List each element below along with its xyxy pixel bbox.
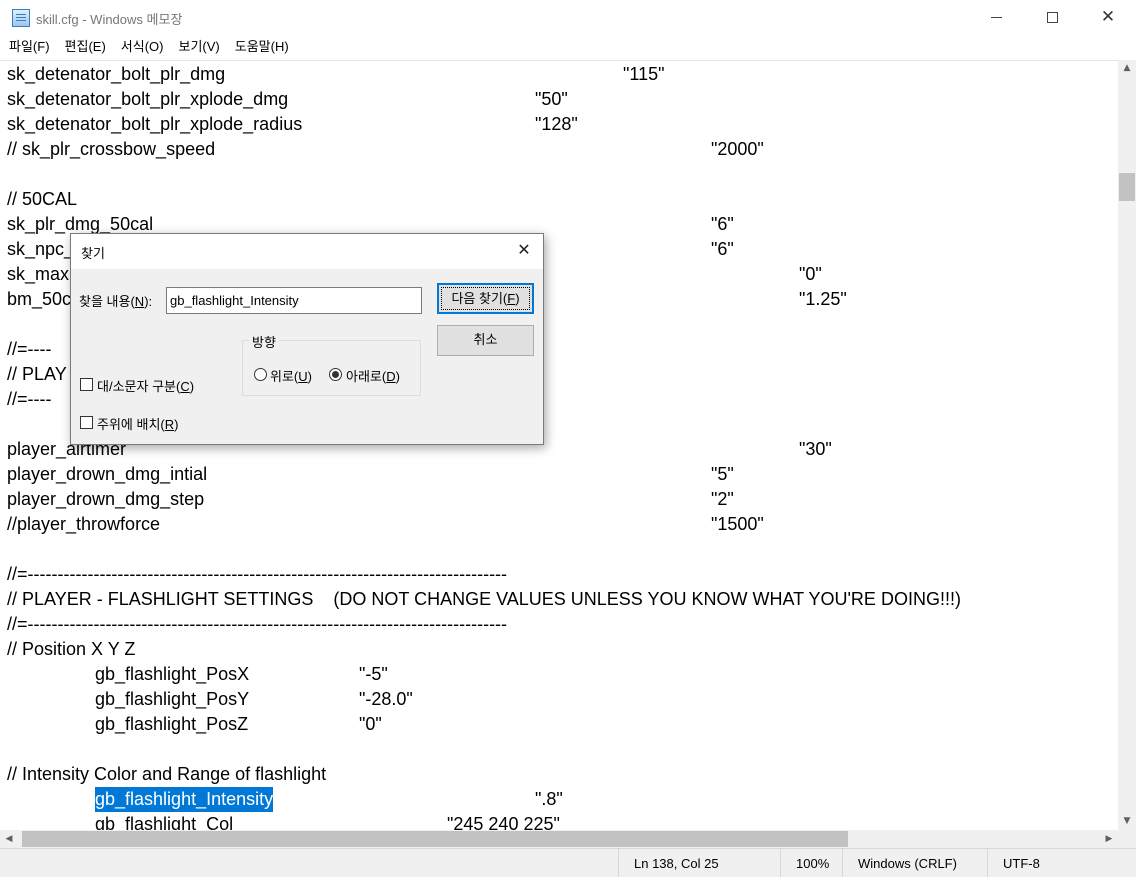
menu-format[interactable]: 서식(O) bbox=[113, 36, 171, 58]
editor-line-value: "-5" bbox=[359, 664, 388, 684]
scroll-down-icon[interactable]: ▼ bbox=[1118, 813, 1136, 830]
scroll-up-icon[interactable]: ▲ bbox=[1118, 60, 1136, 77]
menu-view[interactable]: 보기(V) bbox=[170, 36, 226, 58]
editor-line-value: "1500" bbox=[711, 514, 764, 534]
editor-line-value: "1.25" bbox=[799, 289, 847, 309]
editor-line: sk_max bbox=[7, 264, 70, 284]
editor-line: // sk_plr_crossbow_speed bbox=[7, 139, 216, 159]
editor-line: player_drown_dmg_step bbox=[7, 489, 205, 509]
editor-line: //=-------------------------------------… bbox=[7, 564, 508, 584]
editor-line-value: "128" bbox=[535, 114, 578, 134]
editor-line: player_drown_dmg_intial bbox=[7, 464, 208, 484]
wrap-around-label[interactable]: 주위에 배치(R) bbox=[97, 414, 179, 433]
window-title: skill.cfg - Windows 메모장 bbox=[36, 12, 183, 27]
menu-file[interactable]: 파일(F) bbox=[0, 36, 57, 58]
find-dialog-close-icon[interactable]: ✕ bbox=[511, 239, 537, 263]
editor-line-value: "6" bbox=[711, 239, 734, 259]
find-dialog: 찾기 ✕ 찾을 내용(N): gb_flashlight_Intensity 다… bbox=[70, 233, 544, 445]
editor-line: bm_50c bbox=[7, 289, 72, 309]
find-what-label: 찾을 내용(N): bbox=[79, 294, 153, 309]
status-zoom: 100% bbox=[780, 849, 842, 877]
direction-label: 방향 bbox=[249, 332, 279, 351]
direction-down-radio[interactable] bbox=[329, 368, 342, 381]
editor-line: gb_flashlight_PosZ bbox=[95, 714, 249, 734]
editor-line-value: "2000" bbox=[711, 139, 764, 159]
direction-up-label[interactable]: 위로(U) bbox=[270, 366, 312, 385]
editor-line-selected: gb_flashlight_Intensity bbox=[95, 787, 274, 812]
editor-line-value: "0" bbox=[799, 264, 822, 284]
close-icon: ✕ bbox=[1100, 7, 1116, 27]
cancel-button[interactable]: 취소 bbox=[437, 325, 534, 356]
editor-line: //=---- bbox=[7, 389, 52, 409]
menu-bar: 파일(F) 편집(E) 서식(O) 보기(V) 도움말(H) bbox=[0, 36, 1136, 58]
editor-line-value: ".8" bbox=[535, 789, 563, 809]
text-editor[interactable]: sk_detenator_bolt_plr_dmg "115" sk_detenat… bbox=[0, 60, 1118, 830]
editor-line: gb_flashlight_Col bbox=[95, 814, 234, 830]
editor-line: // 50CAL bbox=[7, 189, 78, 209]
editor-line: // PLAYER - FLASHLIGHT SETTINGS (DO NOT … bbox=[7, 589, 961, 609]
find-dialog-title: 찾기 bbox=[81, 246, 105, 261]
scroll-left-icon[interactable]: ◀ bbox=[0, 830, 18, 848]
direction-up-radio[interactable] bbox=[254, 368, 267, 381]
editor-line-value: "30" bbox=[799, 439, 832, 459]
editor-line: sk_detenator_bolt_plr_dmg bbox=[7, 64, 226, 84]
editor-line-value: "0" bbox=[359, 714, 382, 734]
menu-edit[interactable]: 편집(E) bbox=[57, 36, 113, 58]
maximize-button[interactable] bbox=[1024, 0, 1080, 34]
status-position: Ln 138, Col 25 bbox=[618, 849, 780, 877]
minimize-icon bbox=[990, 16, 1002, 18]
editor-line-value: "245 240 225" bbox=[447, 814, 560, 830]
close-button[interactable]: ✕ bbox=[1080, 0, 1136, 34]
editor-line: //=---- bbox=[7, 339, 52, 359]
match-case-checkbox[interactable] bbox=[80, 378, 93, 391]
editor-line: sk_detenator_bolt_plr_xplode_dmg bbox=[7, 89, 289, 109]
horizontal-scrollbar[interactable]: ◀ ▶ bbox=[0, 830, 1118, 848]
title-bar: skill.cfg - Windows 메모장 ✕ bbox=[0, 0, 1136, 36]
direction-down-label[interactable]: 아래로(D) bbox=[346, 366, 400, 385]
editor-line: gb_flashlight_PosX bbox=[95, 664, 250, 684]
status-bar: Ln 138, Col 25 100% Windows (CRLF) UTF-8 bbox=[0, 848, 1136, 877]
scroll-right-icon[interactable]: ▶ bbox=[1100, 830, 1118, 848]
editor-line: sk_npc_ bbox=[7, 239, 75, 259]
status-line-ending: Windows (CRLF) bbox=[842, 849, 987, 877]
editor-line-value: "-28.0" bbox=[359, 689, 413, 709]
menu-help[interactable]: 도움말(H) bbox=[227, 36, 296, 58]
horizontal-scroll-thumb[interactable] bbox=[22, 831, 848, 847]
vertical-scroll-thumb[interactable] bbox=[1119, 173, 1135, 201]
editor-line: //=-------------------------------------… bbox=[7, 614, 508, 634]
scroll-corner bbox=[1118, 830, 1136, 848]
editor-line: //player_throwforce bbox=[7, 514, 161, 534]
match-case-label[interactable]: 대/소문자 구분(C) bbox=[97, 376, 194, 395]
editor-line-value: "50" bbox=[535, 89, 568, 109]
notepad-icon bbox=[12, 9, 30, 27]
focus-rectangle bbox=[441, 287, 530, 310]
editor-line-value: "115" bbox=[623, 64, 665, 84]
vertical-scrollbar[interactable]: ▲ ▼ bbox=[1118, 60, 1136, 830]
find-what-input[interactable]: gb_flashlight_Intensity bbox=[166, 287, 422, 314]
editor-line: // Position X Y Z bbox=[7, 639, 136, 659]
minimize-button[interactable] bbox=[968, 0, 1024, 34]
wrap-around-checkbox[interactable] bbox=[80, 416, 93, 429]
find-next-button[interactable]: 다음 찾기(F) bbox=[437, 283, 534, 314]
editor-line-value: "2" bbox=[711, 489, 734, 509]
editor-line-value: "6" bbox=[711, 214, 734, 234]
editor-line-value: "5" bbox=[711, 464, 734, 484]
maximize-icon bbox=[1046, 11, 1058, 23]
editor-line: // Intensity Color and Range of flashlig… bbox=[7, 764, 327, 784]
editor-line: // PLAY bbox=[7, 364, 67, 384]
find-dialog-titlebar[interactable]: 찾기 ✕ bbox=[71, 234, 543, 269]
status-encoding: UTF-8 bbox=[987, 849, 1136, 877]
editor-line: sk_detenator_bolt_plr_xplode_radius bbox=[7, 114, 303, 134]
editor-line: gb_flashlight_PosY bbox=[95, 689, 250, 709]
